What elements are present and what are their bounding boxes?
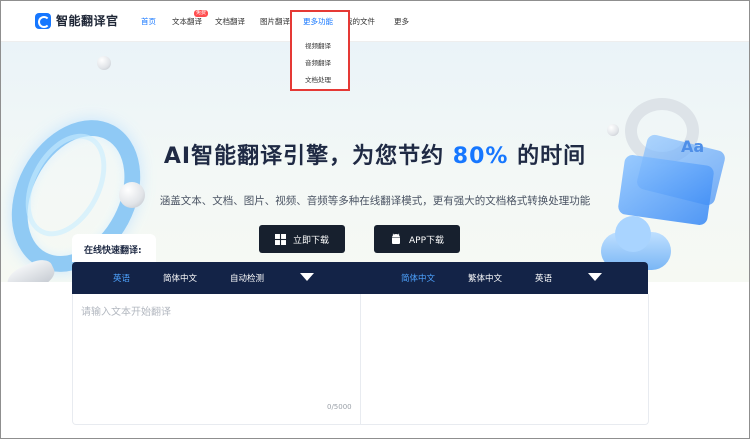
char-counter: 0/5000 — [327, 403, 352, 411]
download-button[interactable]: 立即下载 — [259, 225, 345, 253]
nav-more[interactable]: 更多 — [394, 16, 409, 27]
source-lang-dropdown-icon[interactable] — [300, 273, 314, 281]
headline-percentage: 80% — [452, 144, 509, 169]
decorative-sphere-right — [607, 124, 619, 136]
brand-name: 智能翻译官 — [56, 14, 119, 28]
decorative-sphere-small — [97, 56, 111, 70]
hero-subline: 涵盖文本、文档、图片、视频、音频等多种在线翻译模式，更有强大的文档格式转换处理功… — [159, 195, 591, 207]
nav-image-translate[interactable]: 图片翻译 — [260, 16, 290, 27]
source-lang-simplified-chinese[interactable]: 简体中文 — [163, 272, 197, 284]
target-lang-english[interactable]: 英语 — [535, 272, 552, 284]
nav-home[interactable]: 首页 — [141, 16, 156, 27]
menu-item-doc-processing[interactable]: 文档处理 — [305, 74, 331, 84]
target-lang-traditional-chinese[interactable]: 繁体中文 — [468, 272, 502, 284]
free-badge: 免费 — [194, 10, 209, 17]
source-lang-english[interactable]: 英语 — [113, 272, 130, 284]
menu-item-audio-translate[interactable]: 音频翻译 — [305, 57, 331, 67]
translator-tab-label: 在线快速翻译: — [84, 246, 142, 256]
menu-item-video-translate[interactable]: 视频翻译 — [305, 40, 331, 50]
target-lang-dropdown-icon[interactable] — [588, 273, 602, 281]
source-lang-auto-detect[interactable]: 自动检测 — [230, 272, 264, 284]
app-download-button[interactable]: APP下载 — [374, 225, 460, 253]
windows-icon — [274, 233, 286, 245]
brand-logo[interactable]: 智能翻译官 — [35, 12, 119, 29]
target-lang-simplified-chinese[interactable]: 简体中文 — [401, 272, 435, 284]
source-placeholder: 请输入文本开始翻译 — [81, 307, 171, 318]
nav-more-features[interactable]: 更多功能 — [303, 16, 333, 27]
android-icon — [391, 233, 400, 244]
logo-icon — [35, 12, 51, 29]
language-bar — [72, 262, 648, 294]
top-navigation: 智能翻译官 首页 文本翻译 免费 文档翻译 图片翻译 我的文件 更多 — [1, 1, 749, 42]
translation-output — [360, 294, 649, 425]
page-frame: Aa AI智能翻译引擎，为您节约 80% 的时间 涵盖文本、文档、图片、视频、音… — [0, 0, 750, 439]
nav-text-translate[interactable]: 文本翻译 — [172, 16, 202, 27]
nav-doc-translate[interactable]: 文档翻译 — [215, 16, 245, 27]
hero-headline: AI智能翻译引擎，为您节约 80% 的时间 — [163, 144, 587, 169]
